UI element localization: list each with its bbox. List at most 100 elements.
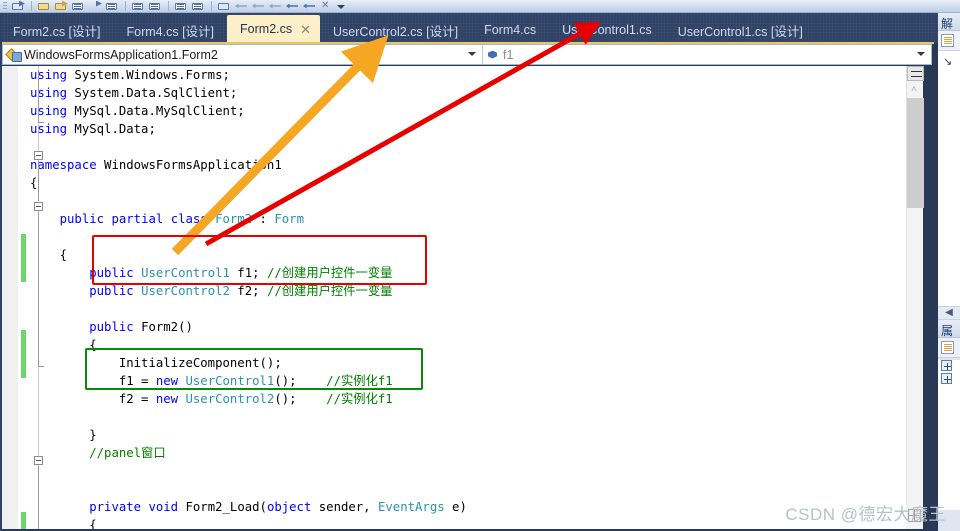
align-right-icon[interactable]: [148, 1, 163, 12]
outline-line: [38, 466, 39, 529]
align-justify-icon[interactable]: [191, 1, 206, 12]
code-line-20: }: [30, 426, 906, 444]
editor-tab-5[interactable]: UserControl1.cs: [549, 17, 665, 43]
code-span: e): [444, 500, 467, 514]
code-span: partial: [111, 212, 171, 226]
code-line-24: private void Form2_Load(object sender, E…: [30, 498, 906, 516]
right-dock-panels: 解 ↘ ◀ 属: [938, 13, 960, 531]
code-editor[interactable]: using System.Windows.Forms; using System.…: [2, 66, 906, 529]
fold-toggle-method[interactable]: [34, 456, 43, 465]
align-center-icon[interactable]: [174, 1, 189, 12]
expand-node-icon[interactable]: [941, 360, 952, 371]
outdent-icon[interactable]: [88, 0, 103, 12]
code-span: UserControl2: [141, 284, 230, 298]
outline-line: [38, 212, 39, 366]
code-span: EventArgs: [378, 500, 445, 514]
code-line-2: using MySql.Data.MySqlClient;: [30, 102, 906, 120]
split-cells-icon: [908, 509, 921, 522]
editor-tab-label: Form4.cs: [484, 23, 537, 37]
editor-tab-6[interactable]: UserControl1.cs [设计]: [665, 17, 816, 43]
editor-tab-label: Form2.cs [设计]: [13, 24, 101, 39]
code-span: f2;: [229, 284, 267, 298]
editor-tab-3[interactable]: UserControl2.cs [设计]: [320, 17, 471, 43]
toolbar-separator: [168, 1, 169, 11]
scroll-up-icon[interactable]: ˄: [911, 85, 917, 95]
editor-tab-label: UserControl1.cs: [562, 23, 652, 37]
code-span: public: [59, 212, 112, 226]
split-view-button[interactable]: [907, 66, 924, 81]
list-icon[interactable]: [105, 1, 120, 12]
green-box-instantiation: [85, 348, 423, 390]
properties-grid[interactable]: [938, 360, 960, 510]
code-line-14: public Form2(): [30, 318, 906, 336]
comment-icon[interactable]: [37, 1, 52, 12]
code-span: using: [30, 68, 75, 82]
uncomment-icon[interactable]: [54, 0, 69, 12]
editor-tab-4[interactable]: Form4.cs: [471, 17, 549, 43]
nav-forward-icon[interactable]: [251, 1, 266, 12]
outline-line: [38, 122, 44, 123]
code-line-1: using System.Data.SqlClient;: [30, 84, 906, 102]
editor-tab-1[interactable]: Form4.cs [设计]: [114, 17, 228, 43]
type-selector-combo[interactable]: WindowsFormsApplication1.Form2: [3, 45, 483, 64]
save-icon[interactable]: [11, 0, 26, 12]
editor-tab-0[interactable]: Form2.cs [设计]: [0, 17, 114, 43]
code-span: object: [266, 500, 312, 514]
chevron-down-icon[interactable]: [468, 52, 476, 56]
indicator-margin[interactable]: [2, 66, 18, 529]
undo-arrow-icon[interactable]: [285, 1, 300, 12]
expand-node-icon[interactable]: [941, 373, 952, 384]
properties-toolbar[interactable]: [938, 338, 960, 358]
align-left-icon[interactable]: [131, 1, 146, 12]
nav-next-icon[interactable]: [268, 1, 283, 12]
code-line-5: namespace WindowsFormsApplication1: [30, 156, 906, 174]
member-selector-combo[interactable]: f1: [483, 45, 931, 64]
editor-corner-splitter[interactable]: [906, 505, 923, 529]
indent-icon[interactable]: [71, 1, 86, 12]
stop-find-icon[interactable]: [319, 0, 334, 12]
red-box-declarations: [92, 235, 427, 285]
change-bar: [21, 234, 26, 282]
toolbar-grip[interactable]: [3, 1, 7, 11]
dock-collapse-button[interactable]: ◀: [938, 306, 960, 320]
code-span: {: [89, 518, 97, 529]
tree-expand-icon[interactable]: ↘: [938, 51, 960, 68]
solution-explorer-tree[interactable]: ↘: [938, 51, 960, 306]
chevron-down-icon[interactable]: [917, 52, 925, 56]
properties-window-title[interactable]: 属: [938, 320, 960, 338]
editor-vertical-scrollbar[interactable]: ˄: [906, 66, 924, 529]
code-text[interactable]: using System.Windows.Forms; using System.…: [30, 66, 906, 529]
toolbar-overflow-icon[interactable]: [336, 1, 345, 12]
outline-line: [38, 161, 39, 201]
editor-tab-2[interactable]: Form2.cs ✕: [227, 15, 321, 43]
code-span: {: [30, 176, 38, 190]
code-span: Form2(): [141, 320, 193, 334]
code-span: f2 =: [118, 392, 156, 406]
properties-window-icon[interactable]: [941, 34, 954, 47]
code-span: :: [252, 212, 275, 226]
field-icon: [487, 49, 499, 61]
code-span: System.Data.SqlClient;: [74, 86, 238, 100]
member-selector-value: f1: [503, 47, 514, 62]
code-span: {: [59, 248, 68, 262]
code-span: sender,: [311, 500, 378, 514]
nav-back-icon[interactable]: [234, 1, 249, 12]
solution-explorer-toolbar[interactable]: [938, 31, 960, 51]
redo-arrow-icon[interactable]: [302, 1, 317, 12]
categorized-view-icon[interactable]: [941, 341, 954, 354]
editor-tab-bar: Form2.cs [设计] Form4.cs [设计] Form2.cs ✕ UserC…: [0, 13, 960, 43]
solution-explorer-title[interactable]: 解: [938, 13, 960, 31]
window-icon[interactable]: [217, 1, 232, 12]
code-span: ();: [274, 392, 327, 406]
scrollbar-thumb[interactable]: [907, 98, 924, 208]
fold-toggle-namespace[interactable]: [34, 151, 43, 160]
close-icon[interactable]: ✕: [297, 23, 314, 36]
fold-toggle-class[interactable]: [34, 202, 43, 211]
toolbar-separator: [31, 1, 32, 11]
type-selector-value: WindowsFormsApplication1.Form2: [24, 47, 218, 62]
change-bar-margin: [21, 66, 26, 529]
code-line-3: using MySql.Data;: [30, 120, 906, 138]
